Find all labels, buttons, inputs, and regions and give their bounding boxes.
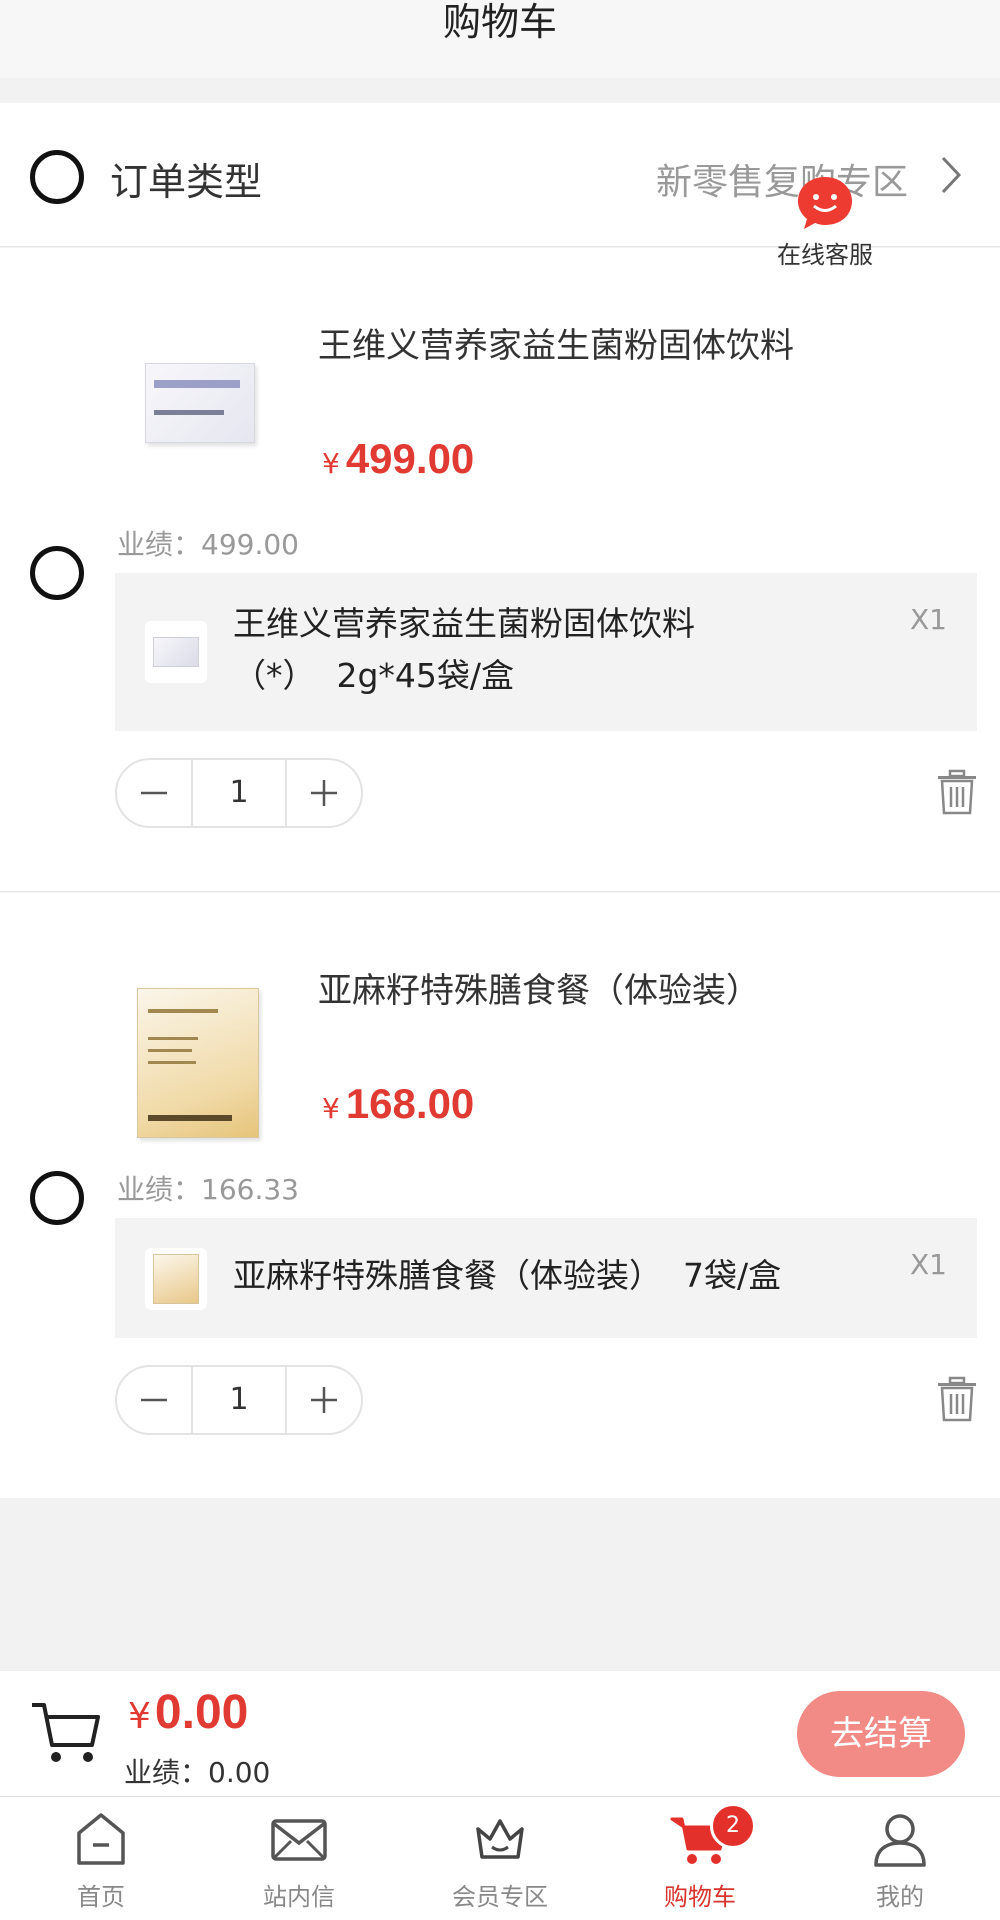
tab-label: 购物车 [664,1883,736,1911]
decrease-button[interactable] [117,760,193,826]
tab-home[interactable]: 首页 [31,1811,171,1912]
currency-symbol: ¥ [322,1092,340,1125]
bundle-thumbnail [145,621,207,683]
quantity-stepper: 1 [115,758,363,828]
trash-icon[interactable] [936,1376,978,1422]
cart-item: 王维义营养家益生菌粉固体饮料 ¥499.00 业绩：499.00 王维义营养家益… [0,248,1000,892]
item-select-radio[interactable] [30,546,84,600]
cart-count-badge: 2 [710,1803,756,1849]
online-service-label: 在线客服 [777,241,873,269]
tab-label: 首页 [77,1883,125,1911]
order-type-label: 订单类型 [110,160,263,204]
checkout-bar: ¥0.00 业绩：0.00 去结算 [0,1670,1000,1796]
bundle-quantity: X1 [910,603,947,636]
total-value: 0.00 [154,1686,249,1739]
bundle-thumbnail [145,1248,207,1310]
select-all-radio[interactable] [30,150,84,204]
tab-label: 我的 [876,1883,924,1911]
tab-label: 站内信 [263,1883,335,1911]
quantity-stepper: 1 [115,1365,363,1435]
cart-icon [30,1699,102,1767]
bundle-item: 王维义营养家益生菌粉固体饮料（*） 2g*45袋/盒 X1 [115,573,977,731]
cart-icon: 2 [670,1803,756,1867]
mail-icon [269,1811,329,1867]
tab-messages[interactable]: 站内信 [229,1811,369,1912]
product-image[interactable] [133,333,263,483]
user-icon [870,1811,930,1867]
currency-symbol: ¥ [128,1696,151,1737]
product-price: ¥168.00 [322,1080,474,1128]
currency-symbol: ¥ [322,447,340,480]
decrease-button[interactable] [117,1367,193,1433]
tab-label: 会员专区 [452,1883,548,1911]
product-image[interactable] [133,978,263,1138]
increase-button[interactable] [285,1367,361,1433]
product-name[interactable]: 亚麻籽特殊膳食餐（体验装） [318,963,760,1012]
quantity-input[interactable]: 1 [193,1367,285,1433]
bundle-name: 亚麻籽特殊膳食餐（体验装） 7袋/盒 [233,1256,782,1295]
bundle-quantity: X1 [910,1248,947,1281]
crown-icon [470,1811,530,1867]
increase-button[interactable] [285,760,361,826]
tab-member-zone[interactable]: 会员专区 [430,1811,570,1912]
page-header: 购物车 [0,0,1000,78]
page-title: 购物车 [442,0,557,44]
total-performance: 业绩：0.00 [124,1756,271,1789]
tab-profile[interactable]: 我的 [830,1811,970,1912]
chat-bubble-icon[interactable] [794,173,856,229]
total-price: ¥0.00 [128,1685,248,1740]
bundle-name: 王维义营养家益生菌粉固体饮料（*） 2g*45袋/盒 [233,604,695,695]
item-select-radio[interactable] [30,1171,84,1225]
quantity-input[interactable]: 1 [193,760,285,826]
tab-cart[interactable]: 2 购物车 [630,1803,770,1912]
bundle-item: 亚麻籽特殊膳食餐（体验装） 7袋/盒 X1 [115,1218,977,1338]
performance-value: 业绩：166.33 [117,1173,299,1206]
home-icon [71,1811,131,1867]
online-service-button[interactable]: 在线客服 [765,173,885,270]
product-name[interactable]: 王维义营养家益生菌粉固体饮料 [318,318,794,367]
price-value: 499.00 [345,435,475,482]
trash-icon[interactable] [936,769,978,815]
bottom-tab-bar: 首页 站内信 会员专区 2 购物车 我的 [0,1796,1000,1920]
performance-value: 业绩：499.00 [117,528,299,561]
product-price: ¥499.00 [322,435,474,483]
checkout-button[interactable]: 去结算 [797,1691,965,1777]
chevron-right-icon[interactable] [940,155,962,202]
price-value: 168.00 [345,1080,475,1127]
cart-item: 亚麻籽特殊膳食餐（体验装） ¥168.00 业绩：166.33 亚麻籽特殊膳食餐… [0,893,1000,1498]
